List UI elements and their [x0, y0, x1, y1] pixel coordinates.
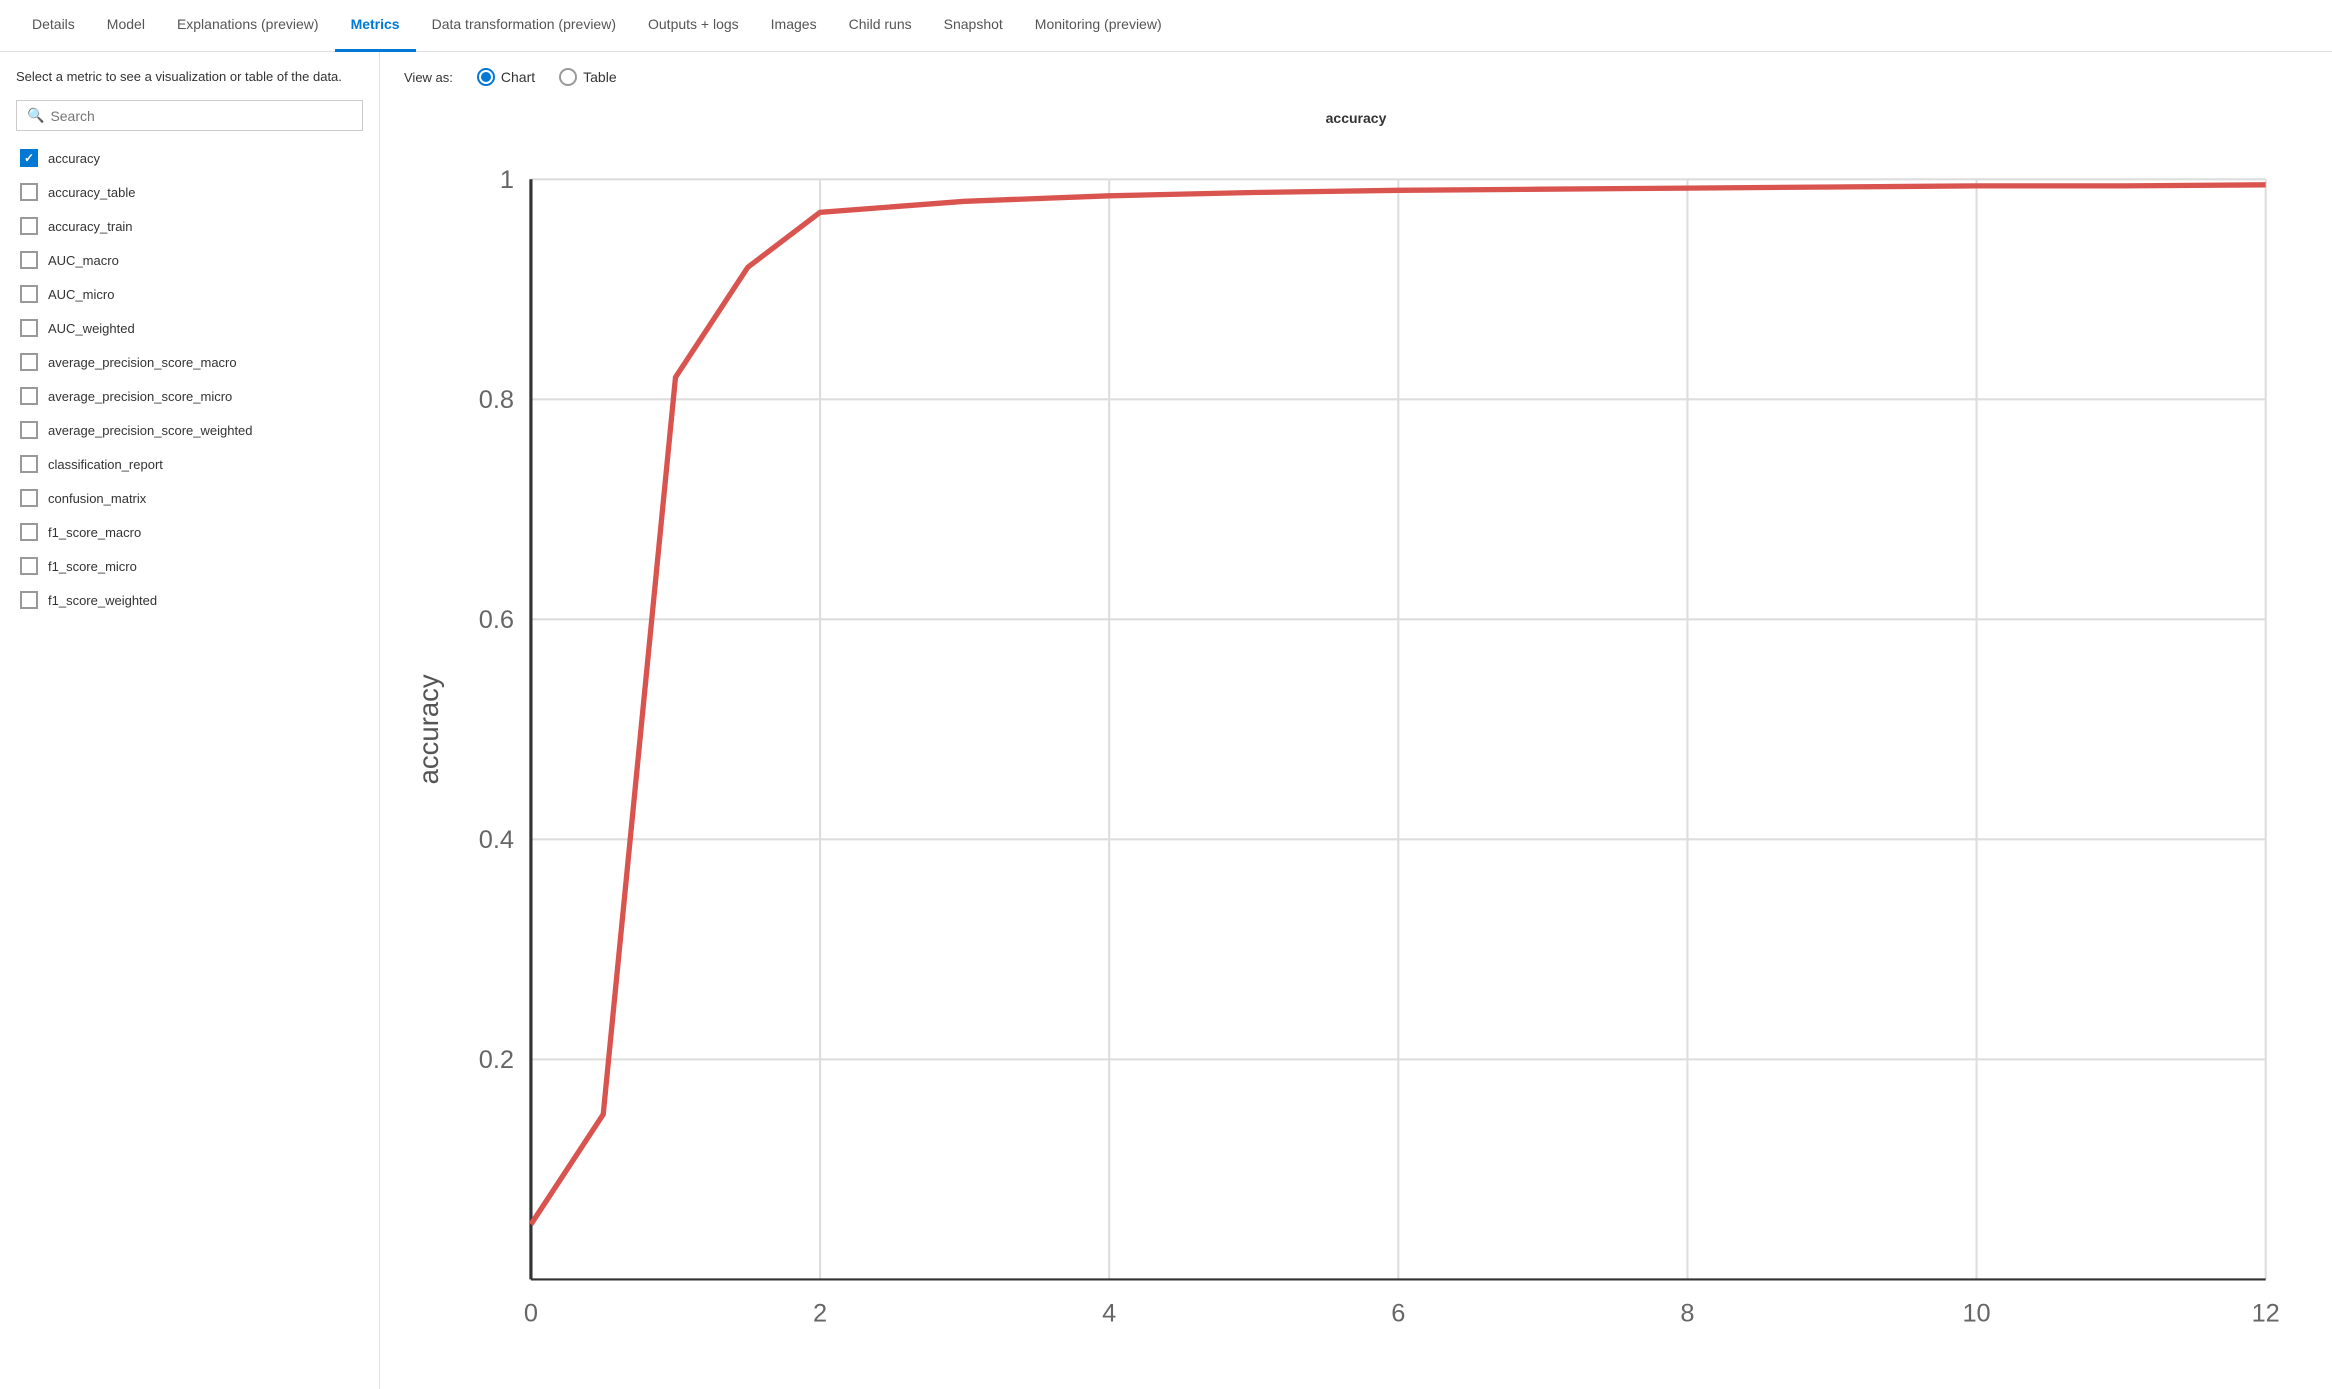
chart-title: accuracy [404, 110, 2308, 126]
svg-text:0.6: 0.6 [479, 606, 514, 634]
metric-label-AUC_weighted: AUC_weighted [48, 321, 135, 336]
metric-label-AUC_micro: AUC_micro [48, 287, 114, 302]
nav-tab-data-transformation-preview[interactable]: Data transformation (preview) [416, 0, 632, 52]
metric-label-accuracy_table: accuracy_table [48, 185, 135, 200]
svg-text:accuracy: accuracy [413, 674, 444, 784]
metric-label-average_precision_score_macro: average_precision_score_macro [48, 355, 237, 370]
table-radio-label: Table [583, 69, 616, 85]
nav-tab-outputs--logs[interactable]: Outputs + logs [632, 0, 755, 52]
svg-text:0.8: 0.8 [479, 386, 514, 414]
metric-item-f1_score_macro[interactable]: f1_score_macro [16, 515, 359, 549]
metric-item-accuracy_table[interactable]: accuracy_table [16, 175, 359, 209]
metric-checkbox-accuracy[interactable] [20, 149, 38, 167]
metric-checkbox-accuracy_table[interactable] [20, 183, 38, 201]
chart-radio-label: Chart [501, 69, 535, 85]
svg-text:4: 4 [1102, 1300, 1116, 1328]
search-input[interactable] [50, 108, 352, 124]
chart-radio-option[interactable]: Chart [477, 68, 535, 86]
metric-label-AUC_macro: AUC_macro [48, 253, 119, 268]
metric-checkbox-AUC_micro[interactable] [20, 285, 38, 303]
content-area: View as: Chart Table accuracy 0.2 0.4 0.6 0… [380, 52, 2332, 1389]
nav-tab-details[interactable]: Details [16, 0, 91, 52]
svg-text:12: 12 [2252, 1300, 2280, 1328]
metric-label-f1_score_macro: f1_score_macro [48, 525, 141, 540]
metric-label-f1_score_micro: f1_score_micro [48, 559, 137, 574]
metric-label-accuracy: accuracy [48, 151, 100, 166]
top-navigation: DetailsModelExplanations (preview)Metric… [0, 0, 2332, 52]
metric-checkbox-AUC_weighted[interactable] [20, 319, 38, 337]
metric-item-average_precision_score_macro[interactable]: average_precision_score_macro [16, 345, 359, 379]
nav-tab-metrics[interactable]: Metrics [335, 0, 416, 52]
chart-wrapper: 0.20.40.60.81024681012accuracy [404, 134, 2308, 1367]
metric-label-classification_report: classification_report [48, 457, 163, 472]
nav-tab-model[interactable]: Model [91, 0, 161, 52]
metric-item-average_precision_score_weighted[interactable]: average_precision_score_weighted [16, 413, 359, 447]
metrics-sidebar: Select a metric to see a visualization o… [0, 52, 380, 1389]
chart-container: accuracy 0.20.40.60.81024681012accuracy [404, 110, 2308, 1373]
metric-item-AUC_weighted[interactable]: AUC_weighted [16, 311, 359, 345]
metric-checkbox-f1_score_weighted[interactable] [20, 591, 38, 609]
chart-svg: 0.20.40.60.81024681012accuracy [404, 134, 2308, 1367]
search-box[interactable]: 🔍 [16, 100, 363, 131]
metric-checkbox-average_precision_score_macro[interactable] [20, 353, 38, 371]
metric-item-average_precision_score_micro[interactable]: average_precision_score_micro [16, 379, 359, 413]
metric-checkbox-accuracy_train[interactable] [20, 217, 38, 235]
nav-tab-monitoring-preview[interactable]: Monitoring (preview) [1019, 0, 1178, 52]
metric-item-AUC_macro[interactable]: AUC_macro [16, 243, 359, 277]
nav-tab-explanations-preview[interactable]: Explanations (preview) [161, 0, 335, 52]
table-radio-option[interactable]: Table [559, 68, 616, 86]
metric-checkbox-AUC_macro[interactable] [20, 251, 38, 269]
metrics-list: accuracy accuracy_table accuracy_train AUC_… [16, 141, 363, 1373]
chart-radio-circle[interactable] [477, 68, 495, 86]
svg-text:0.4: 0.4 [479, 826, 514, 854]
metric-checkbox-f1_score_macro[interactable] [20, 523, 38, 541]
svg-text:0.2: 0.2 [479, 1046, 514, 1074]
view-toggle: View as: Chart Table [404, 68, 2308, 86]
svg-text:2: 2 [813, 1300, 827, 1328]
metric-label-accuracy_train: accuracy_train [48, 219, 133, 234]
metric-label-confusion_matrix: confusion_matrix [48, 491, 146, 506]
metric-checkbox-average_precision_score_weighted[interactable] [20, 421, 38, 439]
metric-checkbox-classification_report[interactable] [20, 455, 38, 473]
metric-label-f1_score_weighted: f1_score_weighted [48, 593, 157, 608]
nav-tab-snapshot[interactable]: Snapshot [928, 0, 1019, 52]
metric-item-f1_score_weighted[interactable]: f1_score_weighted [16, 583, 359, 617]
metric-item-confusion_matrix[interactable]: confusion_matrix [16, 481, 359, 515]
metric-checkbox-f1_score_micro[interactable] [20, 557, 38, 575]
table-radio-circle[interactable] [559, 68, 577, 86]
view-toggle-label: View as: [404, 70, 453, 85]
metric-item-accuracy_train[interactable]: accuracy_train [16, 209, 359, 243]
metric-checkbox-average_precision_score_micro[interactable] [20, 387, 38, 405]
svg-text:6: 6 [1391, 1300, 1405, 1328]
svg-text:1: 1 [500, 166, 514, 194]
svg-text:8: 8 [1680, 1300, 1694, 1328]
nav-tab-child-runs[interactable]: Child runs [833, 0, 928, 52]
svg-text:10: 10 [1962, 1300, 1990, 1328]
svg-text:0: 0 [524, 1300, 538, 1328]
nav-tab-images[interactable]: Images [755, 0, 833, 52]
metric-item-AUC_micro[interactable]: AUC_micro [16, 277, 359, 311]
metric-item-classification_report[interactable]: classification_report [16, 447, 359, 481]
search-icon: 🔍 [27, 107, 44, 124]
sidebar-description: Select a metric to see a visualization o… [16, 68, 363, 86]
metric-item-accuracy[interactable]: accuracy [16, 141, 359, 175]
metric-label-average_precision_score_weighted: average_precision_score_weighted [48, 423, 253, 438]
metrics-list-container: accuracy accuracy_table accuracy_train AUC_… [16, 141, 363, 1373]
metric-item-f1_score_micro[interactable]: f1_score_micro [16, 549, 359, 583]
metric-label-average_precision_score_micro: average_precision_score_micro [48, 389, 232, 404]
main-layout: Select a metric to see a visualization o… [0, 52, 2332, 1389]
metric-checkbox-confusion_matrix[interactable] [20, 489, 38, 507]
